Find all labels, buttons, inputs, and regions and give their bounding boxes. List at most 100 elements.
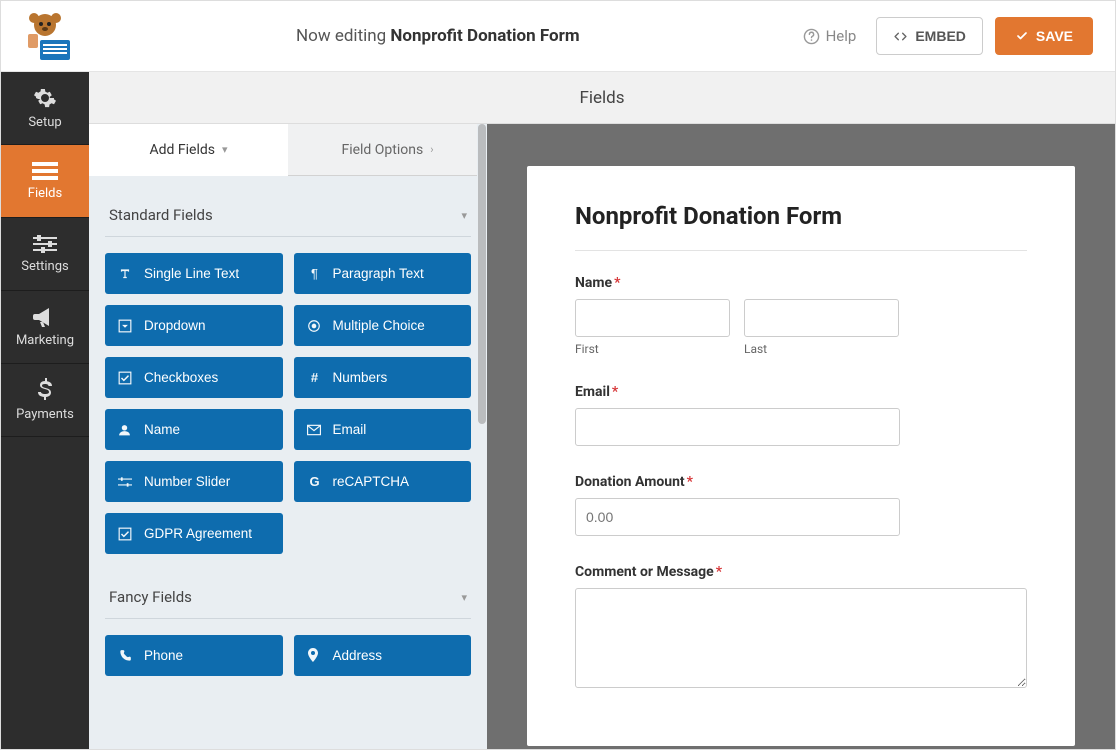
help-label: Help bbox=[826, 27, 857, 45]
last-name-col: Last bbox=[744, 299, 899, 356]
form-field-comment[interactable]: Comment or Message* bbox=[575, 564, 1027, 692]
section-header-fancy[interactable]: Fancy Fields ▾ bbox=[105, 578, 471, 619]
required-mark: * bbox=[614, 275, 620, 291]
required-mark: * bbox=[612, 384, 618, 400]
envelope-icon bbox=[307, 424, 323, 436]
form-title: Nonprofit Donation Form bbox=[575, 202, 1027, 230]
last-name-input[interactable] bbox=[744, 299, 899, 337]
field-name[interactable]: Name bbox=[105, 409, 283, 450]
form-field-name[interactable]: Name* First Last bbox=[575, 275, 1027, 356]
section-header-standard[interactable]: Standard Fields ▾ bbox=[105, 196, 471, 237]
embed-button[interactable]: EMBED bbox=[876, 17, 983, 55]
divider bbox=[575, 250, 1027, 251]
email-input[interactable] bbox=[575, 408, 900, 446]
help-link[interactable]: Help bbox=[803, 27, 857, 45]
field-recaptcha[interactable]: GreCAPTCHA bbox=[294, 461, 472, 502]
donation-input[interactable] bbox=[575, 498, 900, 536]
tab-label: Add Fields bbox=[149, 142, 215, 158]
field-numbers[interactable]: # Numbers bbox=[294, 357, 472, 398]
content-header: Fields bbox=[89, 72, 1115, 124]
field-number-slider[interactable]: Number Slider bbox=[105, 461, 283, 502]
panel-scroll[interactable]: Standard Fields ▾ Single Line Text ¶ Para… bbox=[89, 176, 487, 749]
content-body: Add Fields ▾ Field Options › Standard Fi… bbox=[89, 124, 1115, 749]
field-label: Multiple Choice bbox=[333, 318, 425, 333]
chevron-right-icon: › bbox=[430, 143, 433, 156]
bullhorn-icon bbox=[33, 306, 57, 328]
field-paragraph-text[interactable]: ¶ Paragraph Text bbox=[294, 253, 472, 294]
comment-input[interactable] bbox=[575, 588, 1027, 688]
field-label: Address bbox=[333, 648, 383, 663]
scrollbar[interactable] bbox=[477, 124, 487, 749]
sidebar-item-settings[interactable]: Settings bbox=[1, 218, 89, 291]
field-label: Single Line Text bbox=[144, 266, 239, 281]
field-label: Paragraph Text bbox=[333, 266, 424, 281]
field-label: Comment or Message* bbox=[575, 564, 1027, 580]
field-email[interactable]: Email bbox=[294, 409, 472, 450]
save-label: SAVE bbox=[1036, 28, 1073, 44]
tab-field-options[interactable]: Field Options › bbox=[288, 124, 487, 176]
list-icon bbox=[32, 161, 58, 181]
main: Setup Fields Settings Marketing Payments bbox=[1, 72, 1115, 749]
field-dropdown[interactable]: Dropdown bbox=[105, 305, 283, 346]
required-mark: * bbox=[716, 564, 722, 580]
content: Fields Add Fields ▾ Field Options › bbox=[89, 72, 1115, 749]
check-square-icon bbox=[118, 527, 134, 541]
field-multiple-choice[interactable]: Multiple Choice bbox=[294, 305, 472, 346]
check-square-icon bbox=[118, 371, 134, 385]
sidebar-item-fields[interactable]: Fields bbox=[1, 145, 89, 218]
required-mark: * bbox=[687, 474, 693, 490]
field-label: Numbers bbox=[333, 370, 388, 385]
tab-add-fields[interactable]: Add Fields ▾ bbox=[89, 124, 288, 176]
sidebar-item-marketing[interactable]: Marketing bbox=[1, 291, 89, 364]
gear-icon bbox=[33, 86, 57, 110]
field-label: Name bbox=[144, 422, 180, 437]
save-button[interactable]: SAVE bbox=[995, 17, 1093, 55]
app-logo bbox=[19, 11, 73, 61]
field-label: reCAPTCHA bbox=[333, 474, 410, 489]
header-actions: Help EMBED SAVE bbox=[803, 17, 1093, 55]
field-gdpr[interactable]: GDPR Agreement bbox=[105, 513, 283, 554]
first-name-input[interactable] bbox=[575, 299, 730, 337]
field-label: Checkboxes bbox=[144, 370, 218, 385]
field-address[interactable]: Address bbox=[294, 635, 472, 676]
sidebar-label: Settings bbox=[21, 259, 68, 274]
sublabel: Last bbox=[744, 342, 899, 356]
field-checkboxes[interactable]: Checkboxes bbox=[105, 357, 283, 398]
google-icon: G bbox=[307, 474, 323, 489]
section-title: Standard Fields bbox=[109, 206, 213, 224]
app-header: Now editing Nonprofit Donation Form Help… bbox=[1, 1, 1115, 72]
sidebar-label: Marketing bbox=[16, 333, 74, 348]
preview-panel: Nonprofit Donation Form Name* First Last bbox=[487, 124, 1115, 749]
name-row: First Last bbox=[575, 299, 1027, 356]
chevron-down-icon: ▾ bbox=[461, 591, 467, 604]
sidebar-item-setup[interactable]: Setup bbox=[1, 72, 89, 145]
sidebar-item-payments[interactable]: Payments bbox=[1, 364, 89, 437]
paragraph-icon: ¶ bbox=[307, 266, 323, 281]
sidebar-label: Payments bbox=[16, 407, 74, 422]
first-name-col: First bbox=[575, 299, 730, 356]
form-field-email[interactable]: Email* bbox=[575, 384, 1027, 446]
standard-fields-grid: Single Line Text ¶ Paragraph Text Dropdow… bbox=[105, 253, 471, 554]
phone-icon bbox=[118, 649, 134, 663]
dollar-icon bbox=[37, 378, 53, 402]
hash-icon: # bbox=[307, 370, 323, 385]
field-phone[interactable]: Phone bbox=[105, 635, 283, 676]
field-label: Email bbox=[333, 422, 367, 437]
sliders-icon bbox=[33, 234, 57, 254]
form-field-donation[interactable]: Donation Amount* bbox=[575, 474, 1027, 536]
header-title: Now editing Nonprofit Donation Form bbox=[73, 26, 803, 46]
text-icon bbox=[118, 267, 134, 281]
scrollbar-thumb[interactable] bbox=[478, 124, 486, 424]
field-label: Phone bbox=[144, 648, 183, 663]
sublabel: First bbox=[575, 342, 730, 356]
map-pin-icon bbox=[307, 648, 323, 663]
field-label: Donation Amount* bbox=[575, 474, 1027, 490]
field-label: Number Slider bbox=[144, 474, 230, 489]
editing-prefix: Now editing bbox=[296, 26, 390, 46]
chevron-down-icon: ▾ bbox=[222, 143, 228, 156]
user-icon bbox=[118, 423, 134, 437]
field-single-line-text[interactable]: Single Line Text bbox=[105, 253, 283, 294]
chevron-down-icon: ▾ bbox=[461, 209, 467, 222]
tab-label: Field Options bbox=[341, 142, 423, 158]
panel-tabs: Add Fields ▾ Field Options › bbox=[89, 124, 487, 176]
